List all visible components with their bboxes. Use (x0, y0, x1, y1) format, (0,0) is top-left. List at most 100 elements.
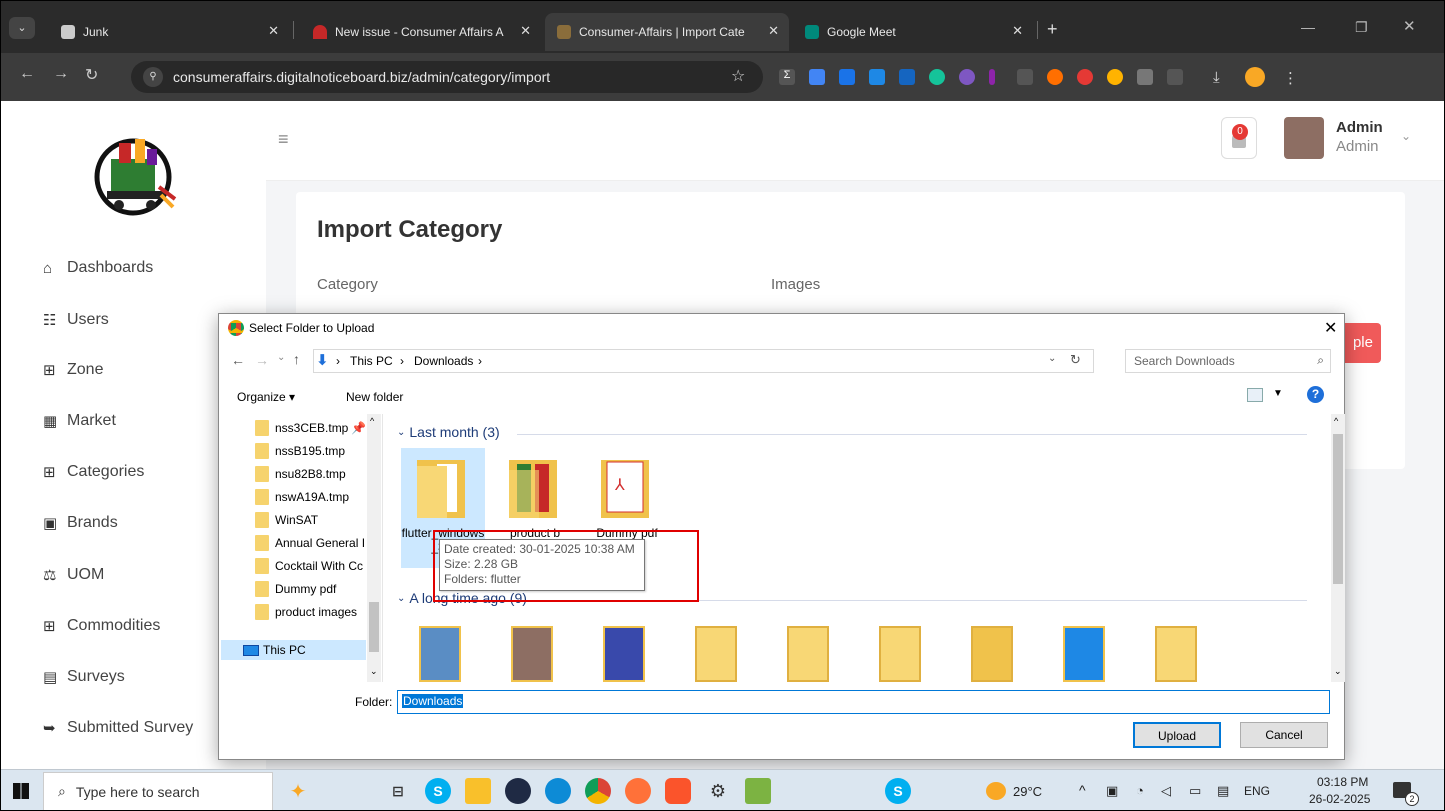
extension-opera-icon[interactable] (1077, 69, 1093, 85)
notification-button[interactable]: 0 (1221, 117, 1257, 159)
view-dropdown-icon[interactable]: ▼ (1273, 388, 1283, 399)
close-icon[interactable]: ✕ (1324, 318, 1337, 338)
extension-sigma-icon[interactable]: Σ (779, 69, 795, 85)
minimize-icon[interactable]: — (1301, 19, 1315, 35)
nav-item[interactable]: Cocktail With Cc (255, 556, 367, 576)
sidebar-item-submitted-survey[interactable]: ➥ Submitted Survey (43, 719, 193, 737)
new-folder-button[interactable]: New folder (346, 390, 403, 404)
weather-sun-icon[interactable] (986, 782, 1006, 800)
extension-grammarly-icon[interactable] (929, 69, 945, 85)
scroll-up-icon[interactable]: ^ (370, 416, 374, 426)
browser-menu-icon[interactable]: ⋮ (1283, 69, 1299, 87)
extension-c-icon[interactable] (1047, 69, 1063, 85)
weather-temp[interactable]: 29°C (1013, 784, 1042, 799)
sidebar-item-dashboards[interactable]: ⌂ Dashboards (43, 259, 153, 277)
forward-arrow-icon[interactable]: → (255, 352, 269, 368)
language-indicator[interactable]: ENG (1244, 784, 1270, 798)
scroll-down-icon[interactable]: ⌄ (1334, 666, 1342, 677)
tray-app-icon[interactable]: ▣ (1106, 783, 1118, 799)
nav-item[interactable]: product images (255, 602, 367, 622)
tab-search-icon[interactable]: ⌄ (9, 17, 35, 39)
skype-icon[interactable]: S (425, 778, 451, 804)
nav-item[interactable]: Annual General I (255, 533, 367, 553)
upload-button[interactable]: Upload (1133, 722, 1221, 748)
extension-screen-icon[interactable] (839, 69, 855, 85)
settings-gear-icon[interactable]: ⚙ (705, 778, 731, 804)
app-icon[interactable] (505, 778, 531, 804)
organize-button[interactable]: Organize ▾ (237, 390, 295, 404)
folder-icon[interactable] (695, 626, 737, 682)
address-bar[interactable]: ⚲ consumeraffairs.digitalnoticeboard.biz… (131, 61, 763, 93)
chrome-icon[interactable] (585, 778, 611, 804)
tab-import-category[interactable]: Consumer-Affairs | Import Cate ✕ (545, 13, 789, 51)
nav-item[interactable]: nssB195.tmp (255, 441, 367, 461)
photo-folder-icon[interactable] (603, 626, 645, 682)
taskbar-search-input[interactable]: ⌕ Type here to search (43, 772, 273, 810)
nav-item[interactable]: nss3CEB.tmp 📌 (255, 418, 367, 438)
folder-input[interactable]: Downloads (397, 690, 1330, 714)
sidebar-item-users[interactable]: ☷ Users (43, 311, 109, 329)
scroll-up-icon[interactable]: ^ (1334, 416, 1338, 426)
volume-icon[interactable]: ◁ (1161, 783, 1171, 799)
sidebar-item-market[interactable]: ▦ Market (43, 412, 116, 430)
breadcrumb-downloads[interactable]: Downloads (414, 354, 473, 368)
view-options-icon[interactable] (1247, 388, 1263, 402)
hamburger-menu-icon[interactable]: ≡ (278, 129, 289, 150)
folder-icon[interactable] (787, 626, 829, 682)
skype-icon[interactable]: S (885, 778, 911, 804)
nav-scrollbar[interactable]: ^ ⌄ (367, 414, 381, 682)
firefox-icon[interactable] (625, 778, 651, 804)
close-icon[interactable]: ✕ (1012, 23, 1023, 39)
scroll-down-icon[interactable]: ⌄ (370, 666, 378, 677)
clock-date[interactable]: 26-02-2025 (1309, 792, 1370, 806)
sidebar-item-uom[interactable]: ⚖ UOM (43, 566, 104, 584)
brave-icon[interactable] (665, 778, 691, 804)
refresh-icon[interactable]: ↻ (1070, 352, 1081, 368)
extension-pen-icon[interactable] (989, 69, 995, 85)
recent-dropdown-icon[interactable]: ⌄ (277, 352, 285, 363)
avatar[interactable] (1284, 117, 1324, 159)
up-arrow-icon[interactable]: ↑ (293, 351, 300, 367)
extension-cursor-icon[interactable] (1017, 69, 1033, 85)
bookmark-star-icon[interactable]: ☆ (731, 66, 745, 86)
edge-icon[interactable] (545, 778, 571, 804)
restore-icon[interactable]: ❐ (1355, 19, 1368, 36)
path-breadcrumb[interactable]: ⬇ › This PC › Downloads › ⌄ ↻ (313, 349, 1094, 373)
help-icon[interactable]: ? (1307, 386, 1324, 403)
extension-crx-icon[interactable] (1137, 69, 1153, 85)
clock-time[interactable]: 03:18 PM (1317, 775, 1368, 789)
folder-icon[interactable] (971, 626, 1013, 682)
photo-folder-icon[interactable] (511, 626, 553, 682)
sidebar-item-surveys[interactable]: ▤ Surveys (43, 668, 125, 686)
back-arrow-icon[interactable]: ← (231, 352, 245, 368)
window-close-icon[interactable]: ✕ (1403, 17, 1416, 35)
scroll-thumb[interactable] (1333, 434, 1343, 584)
profile-avatar-icon[interactable] (1245, 67, 1265, 87)
copilot-sparkle-icon[interactable]: ✦ (285, 778, 311, 804)
windows-start-icon[interactable] (13, 783, 29, 799)
forward-arrow-icon[interactable]: → (53, 65, 69, 83)
close-icon[interactable]: ✕ (268, 23, 279, 39)
nav-item[interactable]: nsu82B8.tmp (255, 464, 367, 484)
tab-new-issue[interactable]: New issue - Consumer Affairs A ✕ (301, 13, 541, 51)
extensions-puzzle-icon[interactable] (1167, 69, 1183, 85)
extension-cookie-icon[interactable] (1107, 69, 1123, 85)
wifi-icon[interactable]: ◔ (1136, 783, 1144, 798)
extension-fi-icon[interactable] (899, 69, 915, 85)
extension-gear-icon[interactable] (959, 69, 975, 85)
extension-capture-icon[interactable] (869, 69, 885, 85)
new-tab-plus-icon[interactable]: + (1047, 19, 1058, 40)
file-scrollbar[interactable]: ^ ⌄ (1331, 414, 1345, 682)
breadcrumb-this-pc[interactable]: This PC (350, 354, 393, 368)
extension-translate-icon[interactable] (809, 69, 825, 85)
photo-folder-icon[interactable] (1063, 626, 1105, 682)
site-info-icon[interactable]: ⚲ (143, 67, 163, 87)
close-icon[interactable]: ✕ (768, 23, 779, 39)
scroll-thumb[interactable] (369, 602, 379, 652)
folder-icon[interactable] (1155, 626, 1197, 682)
chevron-down-icon[interactable]: ⌄ (1401, 129, 1411, 143)
nav-item[interactable]: WinSAT (255, 510, 367, 530)
file-explorer-icon[interactable] (465, 778, 491, 804)
tray-chevron-icon[interactable]: ^ (1079, 782, 1086, 798)
download-icon[interactable]: ⤓ (1213, 69, 1229, 86)
